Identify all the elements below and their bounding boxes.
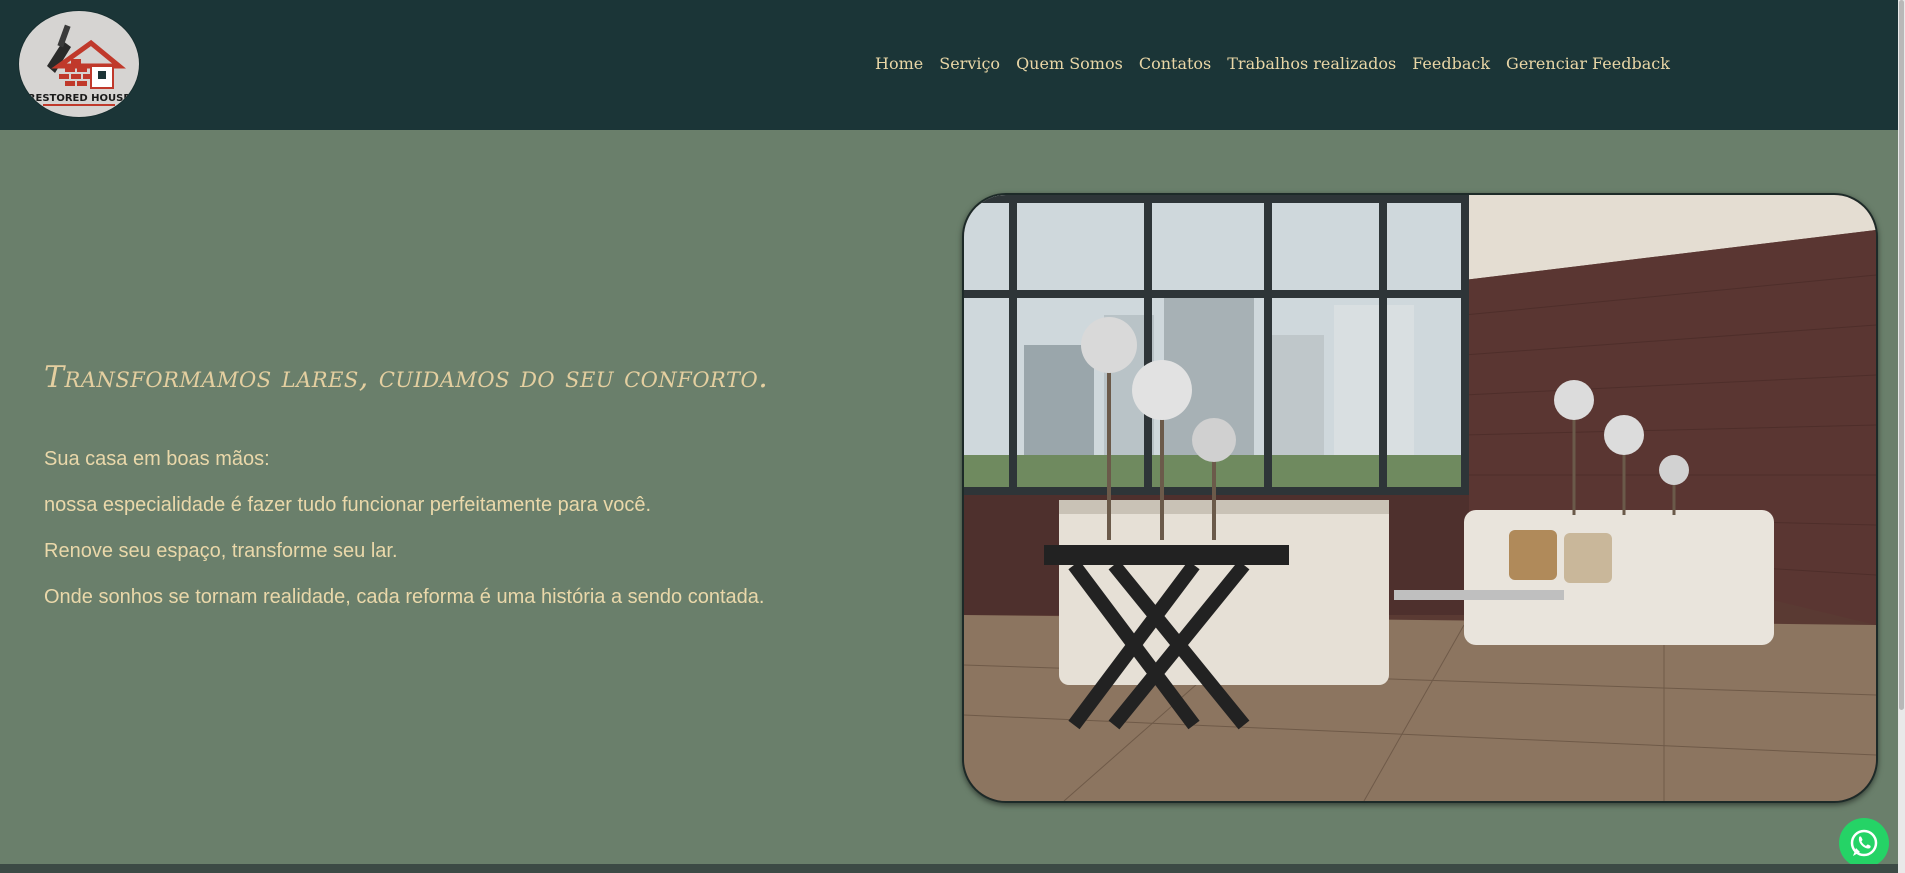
nav-item-feedback[interactable]: Feedback: [1412, 54, 1490, 74]
scrollbar-thumb[interactable]: [1899, 0, 1904, 710]
hero-paragraph: Renove seu espaço, transforme seu lar.: [44, 540, 398, 562]
nav-item-servico[interactable]: Serviço: [939, 54, 1000, 74]
whatsapp-button[interactable]: [1839, 818, 1889, 868]
nav-item-trabalhos-realizados[interactable]: Trabalhos realizados: [1227, 54, 1396, 74]
whatsapp-icon: [1850, 829, 1878, 857]
page-scrollbar[interactable]: [1898, 0, 1905, 873]
site-header: RESTORED HOUSE Home Serviço Quem Somos C…: [0, 0, 1898, 130]
nav-item-quem-somos[interactable]: Quem Somos: [1016, 54, 1123, 74]
footer-strip: [0, 864, 1898, 873]
nav-item-home[interactable]: Home: [875, 54, 923, 74]
page: RESTORED HOUSE Home Serviço Quem Somos C…: [0, 0, 1905, 873]
brand-logo[interactable]: RESTORED HOUSE: [19, 11, 139, 117]
nav-item-contatos[interactable]: Contatos: [1139, 54, 1211, 74]
main-nav: Home Serviço Quem Somos Contatos Trabalh…: [875, 54, 1686, 74]
hero-paragraph: Onde sonhos se tornam realidade, cada re…: [44, 586, 765, 608]
hero-text: Sua casa em boas mãos: nossa especialida…: [44, 448, 944, 632]
hero-paragraph: nossa especialidade é fazer tudo funcion…: [44, 494, 652, 516]
hero-title: Transformamos lares, cuidamos do seu con…: [44, 360, 769, 395]
living-room-photo-icon: [964, 195, 1876, 801]
logo-text: RESTORED HOUSE: [28, 93, 131, 104]
nav-item-gerenciar-feedback[interactable]: Gerenciar Feedback: [1506, 54, 1670, 74]
house-trowel-logo-icon: RESTORED HOUSE: [28, 24, 131, 106]
hero-image: [962, 193, 1878, 803]
hero-paragraph: Sua casa em boas mãos:: [44, 448, 270, 470]
